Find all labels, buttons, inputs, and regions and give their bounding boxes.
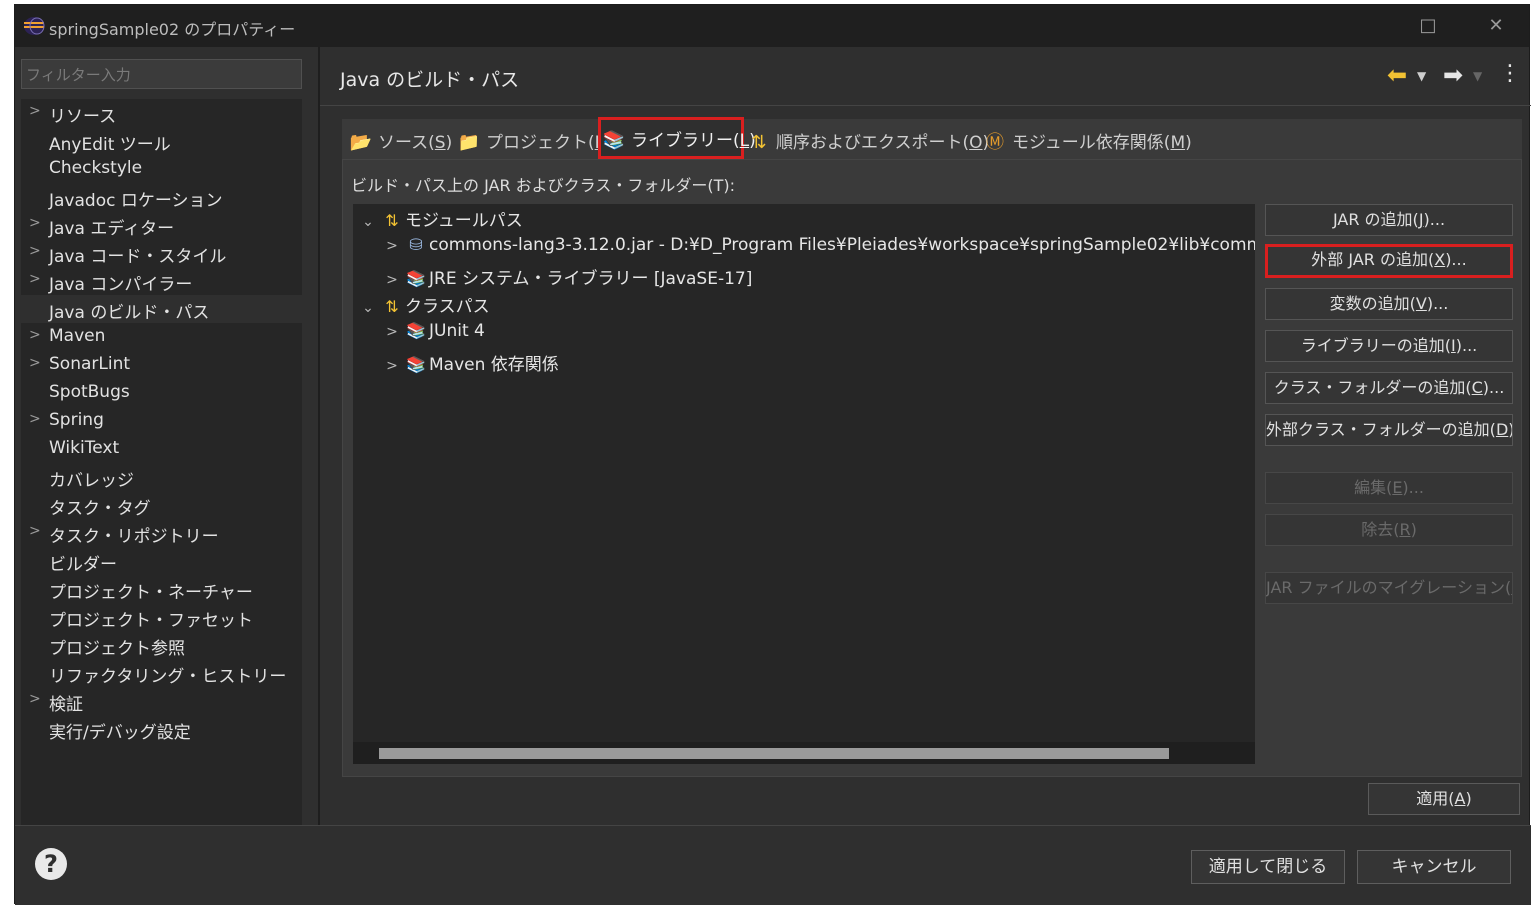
sidebar-item[interactable]: ビルダー	[21, 547, 302, 575]
dialog-footer: ? 適用して閉じる キャンセル	[15, 825, 1531, 905]
sidebar-item[interactable]: > Java コード・スタイル	[21, 239, 302, 267]
sidebar-item[interactable]: > Java コンパイラー	[21, 267, 302, 295]
sidebar-item[interactable]: タスク・タグ	[21, 491, 302, 519]
chevron-right-icon[interactable]: >	[381, 358, 403, 374]
chevron-right-icon[interactable]: >	[29, 523, 41, 539]
chevron-right-icon[interactable]: >	[29, 271, 41, 287]
sidebar-item[interactable]: > Spring	[21, 407, 302, 435]
tree-node-jre[interactable]: > 📚 JRE システム・ライブラリー [JavaSE-17]	[381, 264, 752, 292]
sidebar-item[interactable]: SpotBugs	[21, 379, 302, 407]
tree-node-maven[interactable]: > 📚 Maven 依存関係	[381, 350, 559, 378]
sidebar-item[interactable]: Javadoc ロケーション	[21, 183, 302, 211]
library-icon: 📚	[406, 355, 426, 374]
sidebar-item[interactable]: プロジェクト参照	[21, 631, 302, 659]
scrollbar-thumb[interactable]	[379, 748, 1169, 759]
page-title: Java のビルド・パス	[340, 69, 520, 91]
sidebar-item[interactable]: > 検証	[21, 687, 302, 715]
sidebar-item[interactable]: AnyEdit ツール	[21, 127, 302, 155]
sidebar-item[interactable]: プロジェクト・ファセット	[21, 603, 302, 631]
remove-button[interactable]: 除去(R)	[1265, 514, 1513, 546]
chevron-right-icon[interactable]: >	[29, 103, 41, 119]
sidebar-item[interactable]: Checkstyle	[21, 155, 302, 183]
add-external-class-folder-button[interactable]: 外部クラス・フォルダーの追加(D)...	[1265, 414, 1513, 446]
add-class-folder-button[interactable]: クラス・フォルダーの追加(C)...	[1265, 372, 1513, 404]
sidebar-item[interactable]: > Java エディター	[21, 211, 302, 239]
close-icon[interactable]: ✕	[1483, 13, 1509, 39]
header-divider	[320, 105, 1531, 106]
chevron-down-icon[interactable]: ⌄	[357, 300, 379, 316]
forward-arrow-icon[interactable]: ➡	[1443, 61, 1463, 89]
back-dropdown-icon[interactable]: ▼	[1417, 69, 1426, 83]
chevron-right-icon[interactable]: >	[29, 215, 41, 231]
sidebar-item-java-build-path[interactable]: Java のビルド・パス	[21, 295, 302, 323]
chevron-right-icon[interactable]: >	[29, 691, 41, 707]
project-folder-icon: 📁	[457, 132, 481, 153]
libraries-panel: ビルド・パス上の JAR およびクラス・フォルダー(T): ⌄ ⇅ モジュールパス …	[342, 159, 1522, 777]
tab-order-export[interactable]: ⇅ 順序およびエクスポート(O)	[746, 119, 989, 159]
properties-dialog: springSample02 のプロパティー □ ✕ フィルター入力 > リソース…	[14, 4, 1531, 905]
window-title: springSample02 のプロパティー	[49, 20, 296, 39]
add-library-button[interactable]: ライブラリーの追加(I)...	[1265, 330, 1513, 362]
maximize-icon[interactable]: □	[1415, 13, 1441, 39]
tree-node-junit[interactable]: > 📚 JUnit 4	[381, 321, 485, 349]
tab-projects[interactable]: 📁プロジェクト(P)	[456, 119, 612, 159]
chevron-right-icon[interactable]: >	[381, 324, 403, 340]
sidebar-item[interactable]: プロジェクト・ネーチャー	[21, 575, 302, 603]
sidebar-item[interactable]: リファクタリング・ヒストリー	[21, 659, 302, 687]
chevron-right-icon[interactable]: >	[29, 411, 41, 427]
cancel-button[interactable]: キャンセル	[1357, 850, 1511, 884]
horizontal-scrollbar[interactable]	[353, 742, 1255, 764]
tab-bar: 📂ソース(S) 📁プロジェクト(P) 📚ライブラリー(L) ⇅順序およびエクスポ…	[342, 117, 1522, 159]
order-export-icon: ⇅	[751, 132, 767, 153]
history-nav: ⬅ ▼ ➡ ▼ ⋮	[1387, 61, 1521, 89]
back-arrow-icon[interactable]: ⬅	[1387, 61, 1407, 89]
chevron-right-icon[interactable]: >	[381, 272, 403, 288]
tab-module-dependencies[interactable]: Ⓜ モジュール依存関係(M)	[982, 119, 1192, 159]
sidebar-item[interactable]: > タスク・リポジトリー	[21, 519, 302, 547]
tree-label: ビルド・パス上の JAR およびクラス・フォルダー(T):	[351, 176, 736, 195]
path-icon: ⇅	[385, 211, 399, 230]
forward-dropdown-icon[interactable]: ▼	[1473, 69, 1482, 83]
sidebar-item[interactable]: > リソース	[21, 99, 302, 127]
source-folder-icon: 📂	[349, 132, 373, 153]
sidebar-item[interactable]: > SonarLint	[21, 351, 302, 379]
main-panel: Java のビルド・パス ⬅ ▼ ➡ ▼ ⋮ 📂ソース(S) 📁プロジェクト(P…	[320, 47, 1531, 825]
sidebar-tree: > リソース AnyEdit ツール Checkstyle Javadoc ロケー…	[21, 99, 302, 827]
help-icon[interactable]: ?	[35, 848, 67, 880]
add-jar-button[interactable]: JAR の追加(J)...	[1265, 204, 1513, 236]
chevron-down-icon[interactable]: ⌄	[357, 214, 379, 230]
sidebar-item[interactable]: > Maven	[21, 323, 302, 351]
chevron-right-icon[interactable]: >	[29, 243, 41, 259]
tree-node-commons-jar[interactable]: > ⛁ commons-lang3-3.12.0.jar - D:¥D_Progra…	[381, 235, 1255, 263]
library-icon: 📚	[406, 269, 426, 288]
module-dependency-icon: Ⓜ	[986, 132, 1004, 153]
path-icon: ⇅	[385, 297, 399, 316]
add-variable-button[interactable]: 変数の追加(V)...	[1265, 288, 1513, 320]
apply-button[interactable]: 適用(A)	[1368, 783, 1520, 815]
chevron-right-icon[interactable]: >	[29, 327, 41, 343]
edit-button[interactable]: 編集(E)...	[1265, 472, 1513, 504]
chevron-right-icon[interactable]: >	[29, 355, 41, 371]
sidebar-item[interactable]: カバレッジ	[21, 463, 302, 491]
tab-libraries[interactable]: 📚 ライブラリー(L)	[598, 117, 756, 159]
sidebar: フィルター入力 > リソース AnyEdit ツール Checkstyle Jav…	[15, 47, 318, 827]
migrate-jar-button[interactable]: JAR ファイルのマイグレーション(M)...	[1265, 572, 1513, 604]
filter-input[interactable]: フィルター入力	[21, 59, 302, 89]
title-bar: springSample02 のプロパティー □ ✕	[15, 5, 1529, 47]
sidebar-item[interactable]: 実行/デバッグ設定	[21, 715, 302, 743]
tab-source[interactable]: 📂 ソース(S)	[348, 119, 452, 159]
library-icon: 📚	[602, 130, 626, 151]
build-path-tree[interactable]: ⌄ ⇅ モジュールパス > ⛁ commons-lang3-3.12.0.jar - D…	[353, 204, 1255, 764]
tree-node-modulepath[interactable]: ⌄ ⇅ モジュールパス	[357, 206, 523, 234]
eclipse-icon	[24, 17, 45, 35]
chevron-right-icon[interactable]: >	[381, 238, 403, 254]
jar-icon: ⛁	[409, 235, 423, 254]
sidebar-item[interactable]: WikiText	[21, 435, 302, 463]
apply-and-close-button[interactable]: 適用して閉じる	[1191, 850, 1345, 884]
add-external-jar-button[interactable]: 外部 JAR の追加(X)...	[1265, 244, 1513, 278]
more-menu-icon[interactable]: ⋮	[1499, 61, 1521, 86]
library-icon: 📚	[406, 321, 426, 340]
tree-node-classpath[interactable]: ⌄ ⇅ クラスパス	[357, 292, 490, 320]
